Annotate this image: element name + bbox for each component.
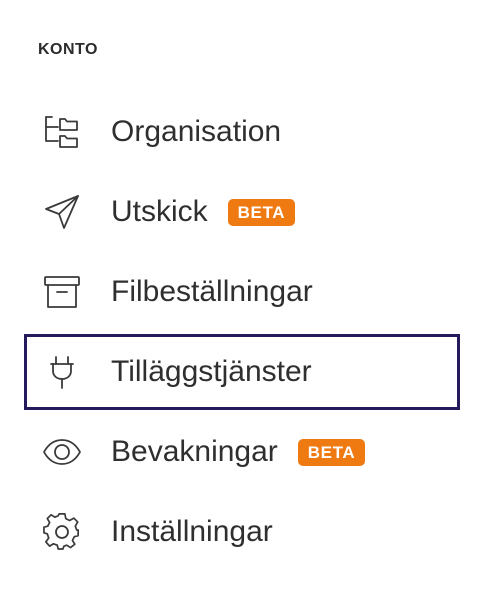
- menu-item-label: Filbeställningar: [111, 275, 313, 308]
- menu-item-tillaggstjanster[interactable]: Tilläggstjänster: [24, 334, 460, 410]
- menu-item-label: Inställningar: [111, 515, 273, 548]
- account-menu: Organisation Utskick BETA Filbeställning…: [24, 92, 460, 572]
- beta-badge: BETA: [297, 438, 366, 466]
- gear-icon: [40, 510, 84, 554]
- menu-item-organisation[interactable]: Organisation: [24, 92, 460, 172]
- menu-item-label: Organisation: [111, 115, 282, 148]
- menu-item-utskick[interactable]: Utskick BETA: [24, 172, 460, 252]
- section-title-konto: KONTO: [38, 41, 98, 58]
- archive-box-icon: [40, 270, 84, 314]
- eye-icon: [40, 430, 84, 474]
- plug-icon: [40, 350, 84, 394]
- menu-item-installningar[interactable]: Inställningar: [24, 492, 460, 572]
- paper-plane-icon: [40, 190, 84, 234]
- menu-item-label: Utskick BETA: [111, 195, 296, 229]
- menu-item-bevakningar[interactable]: Bevakningar BETA: [24, 412, 460, 492]
- beta-badge: BETA: [227, 198, 296, 226]
- menu-item-label: Bevakningar BETA: [111, 435, 366, 469]
- menu-item-filbestallningar[interactable]: Filbeställningar: [24, 252, 460, 332]
- folder-tree-icon: [40, 110, 84, 154]
- menu-item-label: Tilläggstjänster: [111, 355, 312, 388]
